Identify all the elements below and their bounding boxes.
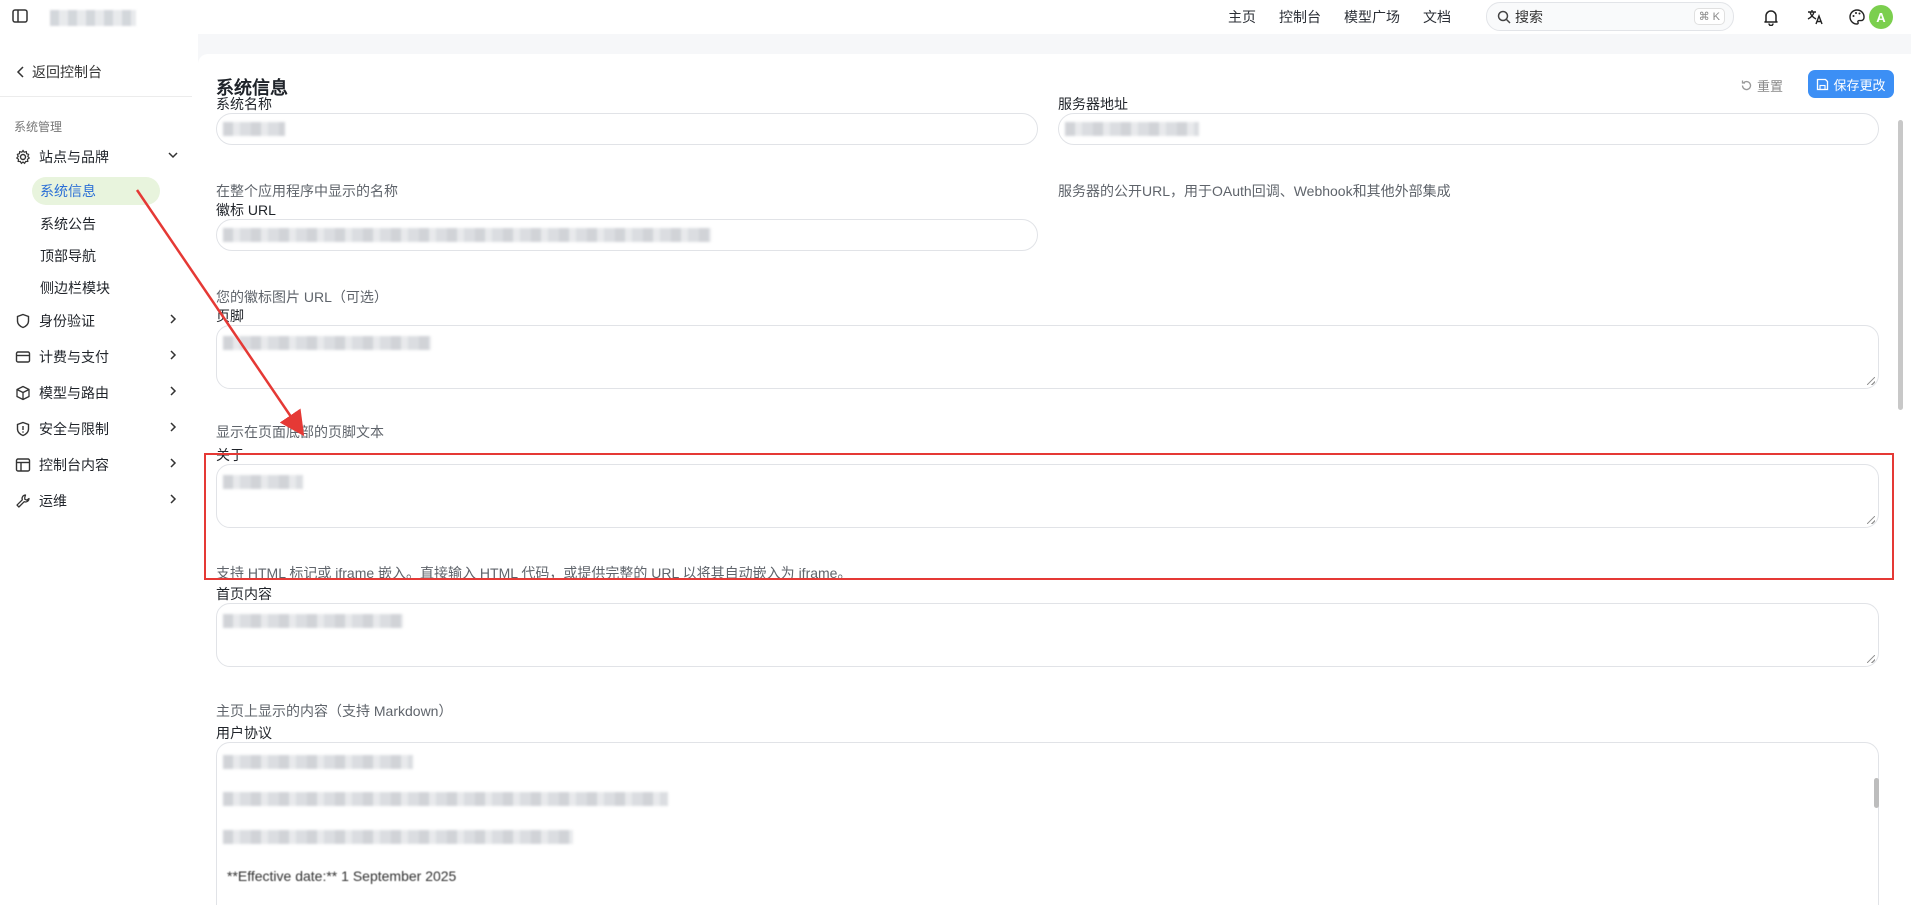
redacted-value <box>223 830 573 844</box>
redacted-value <box>223 792 668 806</box>
sidebar-divider <box>0 96 192 97</box>
field-help-home-content: 主页上显示的内容（支持 Markdown） <box>216 703 453 719</box>
sidebar-group-billing[interactable]: 计费与支付 <box>14 345 179 369</box>
redacted-value <box>223 755 413 769</box>
field-label-footer: 页脚 <box>216 308 244 324</box>
wrench-icon <box>14 492 32 510</box>
search-input[interactable]: 搜索 ⌘ K <box>1486 2 1734 31</box>
field-help-footer: 显示在页面底部的页脚文本 <box>216 424 384 440</box>
chevron-right-icon <box>170 314 177 324</box>
top-navigation: 主页 控制台 模型广场 文档 <box>1228 0 1451 34</box>
gear-icon <box>14 148 32 166</box>
nav-docs[interactable]: 文档 <box>1423 7 1451 27</box>
reset-icon <box>1741 80 1752 90</box>
field-label-user-agreement: 用户协议 <box>216 725 272 741</box>
sidebar-group-site-brand[interactable]: 站点与品牌 <box>14 145 179 169</box>
save-button[interactable]: 保存更改 <box>1808 70 1894 98</box>
shield-alert-icon <box>14 420 32 438</box>
reset-button[interactable]: 重置 <box>1740 72 1796 98</box>
system-name-input[interactable] <box>216 113 1038 145</box>
chevron-right-icon <box>170 422 177 432</box>
logo-url-input[interactable] <box>216 219 1038 251</box>
user-agreement-textarea[interactable]: **Effective date:** 1 September 2025 <box>216 742 1879 905</box>
sidebar: 返回控制台 系统管理 站点与品牌 系统信息 系统公告 顶部导航 侧边栏模块 身份… <box>0 34 198 905</box>
save-icon <box>1817 78 1829 90</box>
user-agreement-line: **Effective date:** 1 September 2025 <box>227 868 457 884</box>
field-label-home-content: 首页内容 <box>216 586 272 602</box>
nav-model-market[interactable]: 模型广场 <box>1344 7 1400 27</box>
sidebar-item-sidebar-modules[interactable]: 侧边栏模块 <box>40 278 110 298</box>
avatar[interactable]: A <box>1869 5 1893 29</box>
sidebar-item-system-announcement[interactable]: 系统公告 <box>40 214 96 234</box>
annotation-highlight-box <box>204 453 1894 580</box>
chevron-left-icon <box>16 66 24 78</box>
sidebar-group-label: 控制台内容 <box>39 457 109 473</box>
sidebar-item-system-info[interactable]: 系统信息 <box>32 177 160 205</box>
card-icon <box>14 348 32 366</box>
sidebar-group-label: 计费与支付 <box>39 349 109 365</box>
field-label-system-name: 系统名称 <box>216 96 272 112</box>
sidebar-group-auth[interactable]: 身份验证 <box>14 309 179 333</box>
save-label: 保存更改 <box>1833 77 1886 93</box>
reset-label: 重置 <box>1757 78 1784 94</box>
field-help-logo-url: 您的徽标图片 URL（可选） <box>216 289 388 305</box>
sidebar-group-label: 模型与路由 <box>39 385 109 401</box>
footer-textarea[interactable] <box>216 325 1879 389</box>
layout-icon <box>14 456 32 474</box>
back-to-console-link[interactable]: 返回控制台 <box>16 62 102 82</box>
shield-icon <box>14 312 32 330</box>
sidebar-group-console-content[interactable]: 控制台内容 <box>14 453 179 477</box>
chevron-right-icon <box>170 386 177 396</box>
chevron-down-icon <box>168 152 178 159</box>
page-scrollbar[interactable] <box>1898 120 1903 410</box>
redacted-value <box>223 122 285 136</box>
sidebar-section-label: 系统管理 <box>14 120 63 134</box>
field-help-system-name: 在整个应用程序中显示的名称 <box>216 183 398 199</box>
redacted-value <box>223 614 403 628</box>
search-icon <box>1497 10 1511 24</box>
chevron-right-icon <box>170 350 177 360</box>
sidebar-group-security[interactable]: 安全与限制 <box>14 417 179 441</box>
sidebar-item-top-nav[interactable]: 顶部导航 <box>40 246 96 266</box>
sidebar-group-label: 运维 <box>39 493 67 509</box>
home-content-textarea[interactable] <box>216 603 1879 667</box>
sidebar-group-models-routing[interactable]: 模型与路由 <box>14 381 179 405</box>
field-label-logo-url: 徽标 URL <box>216 202 276 218</box>
field-label-server-address: 服务器地址 <box>1058 96 1128 112</box>
app-logo-redacted[interactable] <box>50 10 136 26</box>
sidebar-group-label: 安全与限制 <box>39 421 109 437</box>
top-bar: 主页 控制台 模型广场 文档 搜索 ⌘ K A <box>0 0 1911 34</box>
redacted-value <box>223 336 431 350</box>
sidebar-toggle-icon[interactable] <box>10 7 30 25</box>
bell-icon[interactable] <box>1760 6 1782 28</box>
sidebar-group-label: 站点与品牌 <box>39 149 109 165</box>
palette-icon[interactable] <box>1846 6 1868 28</box>
chevron-right-icon <box>170 494 177 504</box>
resize-handle[interactable] <box>1867 377 1875 385</box>
redacted-value <box>1065 122 1199 136</box>
textarea-scrollbar[interactable] <box>1874 778 1879 808</box>
search-shortcut: ⌘ K <box>1693 8 1725 25</box>
sidebar-group-label: 身份验证 <box>39 313 95 329</box>
redacted-value <box>223 228 711 242</box>
server-address-input[interactable] <box>1058 113 1879 145</box>
search-placeholder: 搜索 <box>1515 8 1543 25</box>
field-help-server-address: 服务器的公开URL，用于OAuth回调、Webhook和其他外部集成 <box>1058 183 1451 199</box>
nav-home[interactable]: 主页 <box>1228 7 1256 27</box>
resize-handle[interactable] <box>1867 655 1875 663</box>
sidebar-group-ops[interactable]: 运维 <box>14 489 179 513</box>
cube-icon <box>14 384 32 402</box>
chevron-right-icon <box>170 458 177 468</box>
translate-icon[interactable] <box>1804 6 1826 28</box>
back-label: 返回控制台 <box>32 64 102 80</box>
nav-console[interactable]: 控制台 <box>1279 7 1321 27</box>
